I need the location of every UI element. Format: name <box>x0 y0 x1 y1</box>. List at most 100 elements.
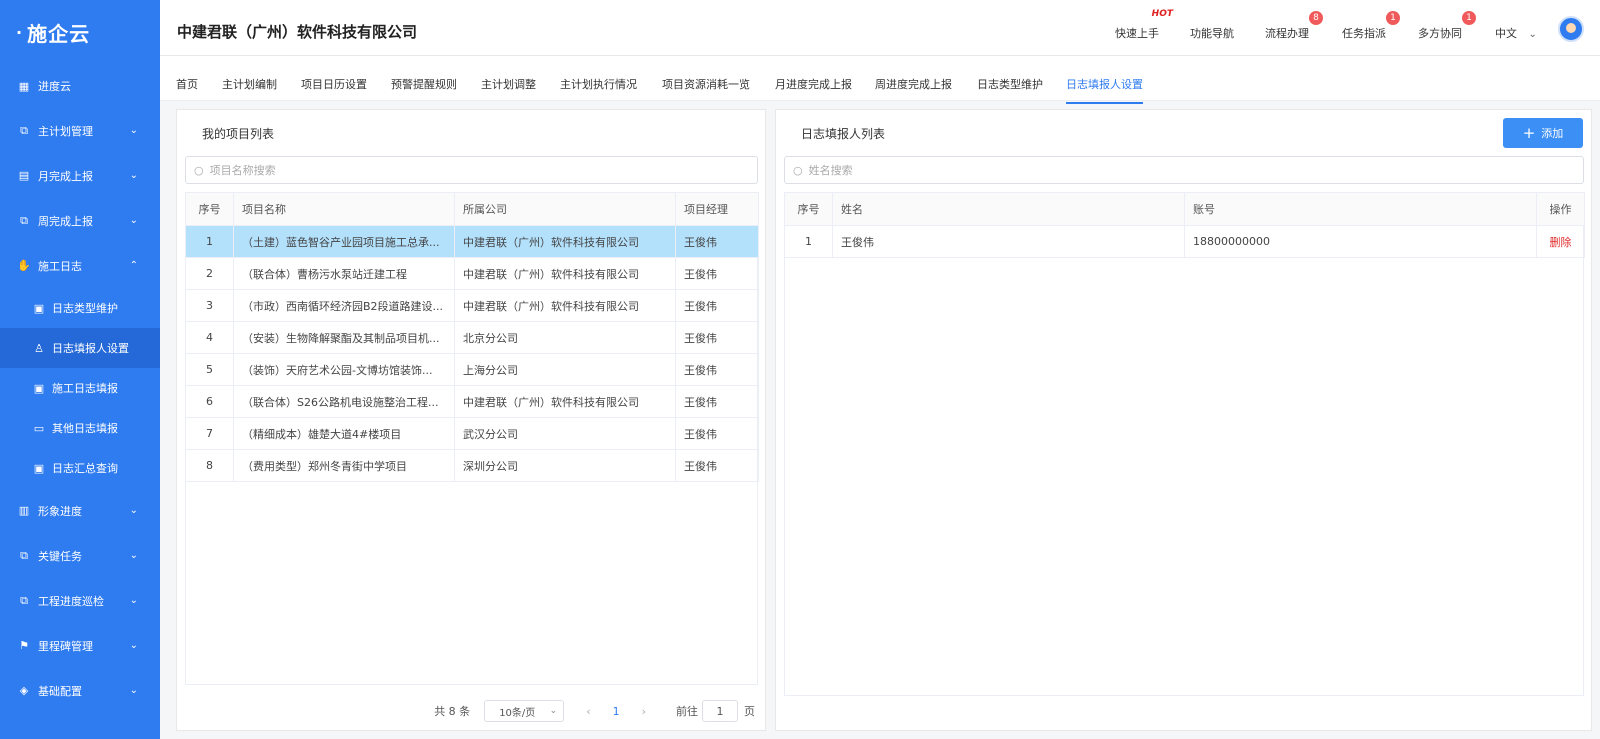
name-search-input[interactable]: ○ 姓名搜索 <box>784 156 1584 184</box>
reporter-list-panel: 日志填报人列表 + 添加 ○ 姓名搜索 序号 姓名 账号 操作 1 王俊伟 18… <box>775 109 1592 731</box>
table-row[interactable]: 4 （安装）生物降解聚酯及其制品项目机... 北京分公司 王俊伟 <box>185 321 759 354</box>
sidebar-item-weekly-report[interactable]: ⧉ 周完成上报 ⌄ <box>0 198 160 243</box>
prev-page-icon[interactable]: ‹ <box>586 705 590 718</box>
project-list-panel: 我的项目列表 ○ 项目名称搜索 序号 项目名称 所属公司 项目经理 1 （土建）… <box>176 109 766 731</box>
logo-text: 施企云 <box>27 21 91 46</box>
sidebar-subitem-log-fill[interactable]: ▣ 施工日志填报 <box>0 368 160 408</box>
sidebar-item-visual-progress[interactable]: ▥ 形象进度 ⌄ <box>0 488 160 533</box>
tab-plan-adjust[interactable]: 主计划调整 <box>481 76 536 102</box>
tab-plan-execution[interactable]: 主计划执行情况 <box>560 76 637 102</box>
chevron-down-icon: ⌄ <box>549 706 558 716</box>
row-number: 4 <box>185 321 234 354</box>
tab-alert-rules[interactable]: 预警提醒规则 <box>391 76 457 102</box>
nav-guide-link[interactable]: 功能导航 <box>1190 25 1234 41</box>
clipboard-icon: ▤ <box>18 169 30 182</box>
language-label: 中文 <box>1495 27 1517 40</box>
tab-calendar[interactable]: 项目日历设置 <box>301 76 367 102</box>
task-link[interactable]: 任务指派 1 <box>1342 11 1400 41</box>
language-select[interactable]: 中文 ⌄ <box>1495 25 1537 41</box>
page-size-select[interactable]: 10条/页 ⌄ <box>484 700 565 722</box>
sidebar-item-base-config[interactable]: ◈ 基础配置 ⌄ <box>0 668 160 713</box>
project-list-title: 我的项目列表 <box>202 127 275 141</box>
table-row[interactable]: 6 （联合体）S26公路机电设施整治工程... 中建君联（广州）软件科技有限公司… <box>185 385 759 418</box>
sidebar-subitem-other-log[interactable]: ▭ 其他日志填报 <box>0 408 160 448</box>
pagination: 共 8 条 10条/页 ⌄ ‹ 1 › 前往 1 页 <box>434 700 755 722</box>
project-name: （土建）蓝色智谷产业园项目施工总承... <box>233 225 455 258</box>
add-button[interactable]: + 添加 <box>1503 118 1583 148</box>
sidebar-item-monthly-report[interactable]: ▤ 月完成上报 ⌄ <box>0 153 160 198</box>
project-name: （联合体）S26公路机电设施整治工程... <box>233 385 455 418</box>
tab-master-plan[interactable]: 主计划编制 <box>222 76 277 102</box>
row-number: 6 <box>185 385 234 418</box>
total-count: 共 8 条 <box>434 705 471 718</box>
tab-home[interactable]: 首页 <box>176 76 198 102</box>
sidebar-item-construction-log[interactable]: ✋ 施工日志 ⌃ <box>0 243 160 288</box>
tab-log-type[interactable]: 日志类型维护 <box>977 76 1043 102</box>
manager-cell: 王俊伟 <box>675 353 759 386</box>
sidebar-item-label: 施工日志 <box>38 259 82 273</box>
table-header-row: 序号 项目名称 所属公司 项目经理 <box>185 192 759 226</box>
manager-cell: 王俊伟 <box>675 289 759 322</box>
table-row[interactable]: 3 （市政）西南循环经济园B2段道路建设... 中建君联（广州）软件科技有限公司… <box>185 289 759 322</box>
table-header-row: 序号 姓名 账号 操作 <box>784 192 1585 226</box>
search-icon: ○ <box>793 163 803 177</box>
goto-page-input[interactable]: 1 <box>702 700 738 722</box>
delete-button[interactable]: 删除 <box>1550 236 1572 249</box>
reporter-list-title: 日志填报人列表 <box>801 127 886 141</box>
chevron-down-icon: ⌄ <box>129 505 138 516</box>
column-header: 所属公司 <box>454 192 676 226</box>
task-label: 任务指派 <box>1342 27 1386 40</box>
tab-weekly-progress[interactable]: 周进度完成上报 <box>875 76 952 102</box>
sidebar-item-label: 里程碑管理 <box>38 639 93 653</box>
column-header: 姓名 <box>832 192 1185 226</box>
reporter-account: 18800000000 <box>1184 225 1537 258</box>
delete-action-cell: 删除 <box>1536 225 1585 258</box>
sidebar-item-master-plan[interactable]: ⧉ 主计划管理 ⌄ <box>0 108 160 153</box>
quick-start-link[interactable]: 快速上手 HOT <box>1115 9 1173 41</box>
next-page-icon[interactable]: › <box>642 705 646 718</box>
table-row[interactable]: 8 （费用类型）郑州冬青街中学项目 深圳分公司 王俊伟 <box>185 449 759 482</box>
sidebar-subitem-log-type[interactable]: ▣ 日志类型维护 <box>0 288 160 328</box>
table-row[interactable]: 2 （联合体）曹杨污水泵站迁建工程 中建君联（广州）软件科技有限公司 王俊伟 <box>185 257 759 290</box>
sidebar-item-inspection[interactable]: ⧉ 工程进度巡检 ⌄ <box>0 578 160 623</box>
app-logo[interactable]: · 施企云 <box>0 0 160 64</box>
process-link[interactable]: 流程办理 8 <box>1265 11 1323 41</box>
org-chart-icon: ⧉ <box>20 593 28 607</box>
company-cell: 中建君联（广州）软件科技有限公司 <box>454 385 676 418</box>
sidebar-item-label: 周完成上报 <box>38 214 93 228</box>
tab-resource-usage[interactable]: 项目资源消耗一览 <box>662 76 750 102</box>
column-header: 账号 <box>1184 192 1537 226</box>
tab-monthly-progress[interactable]: 月进度完成上报 <box>775 76 852 102</box>
project-table: 序号 项目名称 所属公司 项目经理 1 （土建）蓝色智谷产业园项目施工总承...… <box>185 192 759 482</box>
column-header: 项目名称 <box>233 192 455 226</box>
user-icon: ♙ <box>34 341 44 355</box>
collab-link[interactable]: 多方协同 1 <box>1418 11 1476 41</box>
name-search-placeholder: 姓名搜索 <box>808 164 853 177</box>
sidebar-subitem-log-summary[interactable]: ▣ 日志汇总查询 <box>0 448 160 488</box>
org-chart-icon: ⧉ <box>20 213 28 227</box>
table-row[interactable]: 7 （精细成本）雄楚大道4#楼项目 武汉分公司 王俊伟 <box>185 417 759 450</box>
chevron-down-icon: ⌄ <box>129 595 138 606</box>
row-number: 7 <box>185 417 234 450</box>
sidebar-subitem-log-reporter[interactable]: ♙ 日志填报人设置 <box>0 328 160 368</box>
tab-log-reporter[interactable]: 日志填报人设置 <box>1066 76 1143 104</box>
org-chart-icon: ⧉ <box>20 123 28 137</box>
process-badge: 8 <box>1309 11 1323 25</box>
sidebar-item-milestones[interactable]: ⚑ 里程碑管理 ⌄ <box>0 623 160 668</box>
collab-badge: 1 <box>1462 11 1476 25</box>
project-search-input[interactable]: ○ 项目名称搜索 <box>185 156 758 184</box>
doc-icon: ▣ <box>33 301 45 315</box>
hand-icon: ✋ <box>17 259 31 272</box>
sidebar-subitem-label: 施工日志填报 <box>52 382 118 395</box>
search-icon: ○ <box>194 163 204 177</box>
chevron-down-icon: ⌄ <box>129 685 138 696</box>
table-row[interactable]: 5 （装饰）天府艺术公园-文博坊馆装饰... 上海分公司 王俊伟 <box>185 353 759 386</box>
sidebar-item-progress-cloud[interactable]: ▦ 进度云 <box>0 68 160 104</box>
table-row[interactable]: 1 （土建）蓝色智谷产业园项目施工总承... 中建君联（广州）软件科技有限公司 … <box>185 225 759 258</box>
sidebar-item-key-tasks[interactable]: ⧉ 关键任务 ⌄ <box>0 533 160 578</box>
page-number[interactable]: 1 <box>613 705 620 718</box>
sidebar-item-label: 形象进度 <box>38 504 82 518</box>
table-row[interactable]: 1 王俊伟 18800000000 删除 <box>784 225 1585 258</box>
manager-cell: 王俊伟 <box>675 321 759 354</box>
avatar[interactable] <box>1558 16 1584 42</box>
